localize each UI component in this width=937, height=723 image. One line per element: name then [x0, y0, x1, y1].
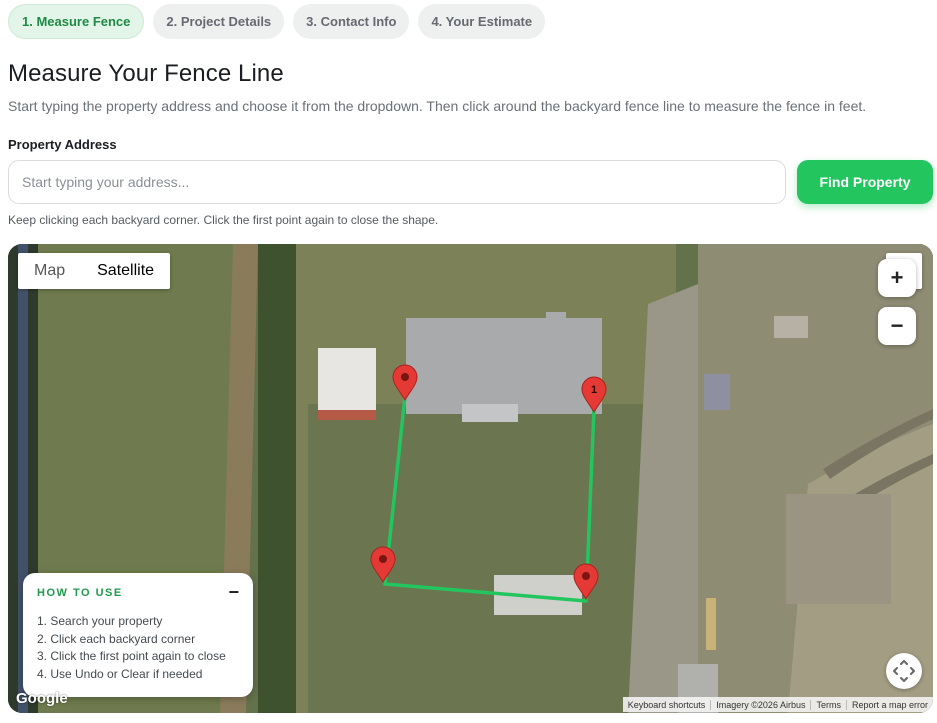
step-measure-fence[interactable]: 1. Measure Fence — [8, 4, 145, 39]
find-property-button[interactable]: Find Property — [797, 160, 933, 204]
move-arrows-icon — [893, 660, 915, 682]
map-attribution: Keyboard shortcuts Imagery ©2026 Airbus … — [622, 697, 933, 712]
step-tabs: 1. Measure Fence 2. Project Details 3. C… — [8, 4, 546, 39]
zoom-out-button[interactable]: − — [878, 307, 916, 345]
map-type-satellite[interactable]: Satellite — [81, 253, 170, 289]
address-input[interactable] — [8, 160, 786, 204]
report-map-error-link[interactable]: Report a map error — [845, 699, 933, 710]
list-item: 3. Click the first point again to close — [37, 649, 226, 663]
imagery-credit: Imagery ©2026 Airbus — [710, 699, 810, 710]
keyboard-shortcuts-link[interactable]: Keyboard shortcuts — [623, 700, 711, 710]
satellite-map[interactable]: 1 Map Satellite + − HOW TO USE − 1. Sear… — [8, 244, 933, 713]
page-subtitle: Start typing the property address and ch… — [8, 98, 867, 114]
how-to-use-panel: HOW TO USE − 1. Search your property 2. … — [23, 573, 253, 697]
recenter-button[interactable] — [886, 653, 922, 689]
measure-hint: Keep clicking each backyard corner. Clic… — [8, 213, 439, 227]
list-item: 4. Use Undo or Clear if needed — [37, 666, 203, 681]
map-type-control: Map Satellite — [18, 253, 171, 289]
first-marker-label: 1 — [591, 384, 597, 396]
google-logo: Google — [16, 690, 68, 707]
list-item: 2. Click each backyard corner — [37, 631, 196, 646]
page-title: Measure Your Fence Line — [8, 60, 284, 87]
how-to-use-list: 1. Search your property 2. Click each ba… — [37, 613, 239, 683]
step-contact-info[interactable]: 3. Contact Info — [293, 4, 410, 39]
zoom-in-button[interactable]: + — [878, 259, 916, 297]
list-item: 1. Search your property — [37, 614, 163, 628]
step-your-estimate[interactable]: 4. Your Estimate — [418, 4, 546, 39]
map-type-map[interactable]: Map — [18, 253, 81, 289]
address-label: Property Address — [8, 137, 117, 152]
terms-link[interactable]: Terms — [810, 699, 846, 710]
step-project-details[interactable]: 2. Project Details — [153, 4, 285, 39]
minimize-button[interactable]: − — [228, 582, 239, 603]
how-to-use-title: HOW TO USE — [37, 587, 123, 599]
